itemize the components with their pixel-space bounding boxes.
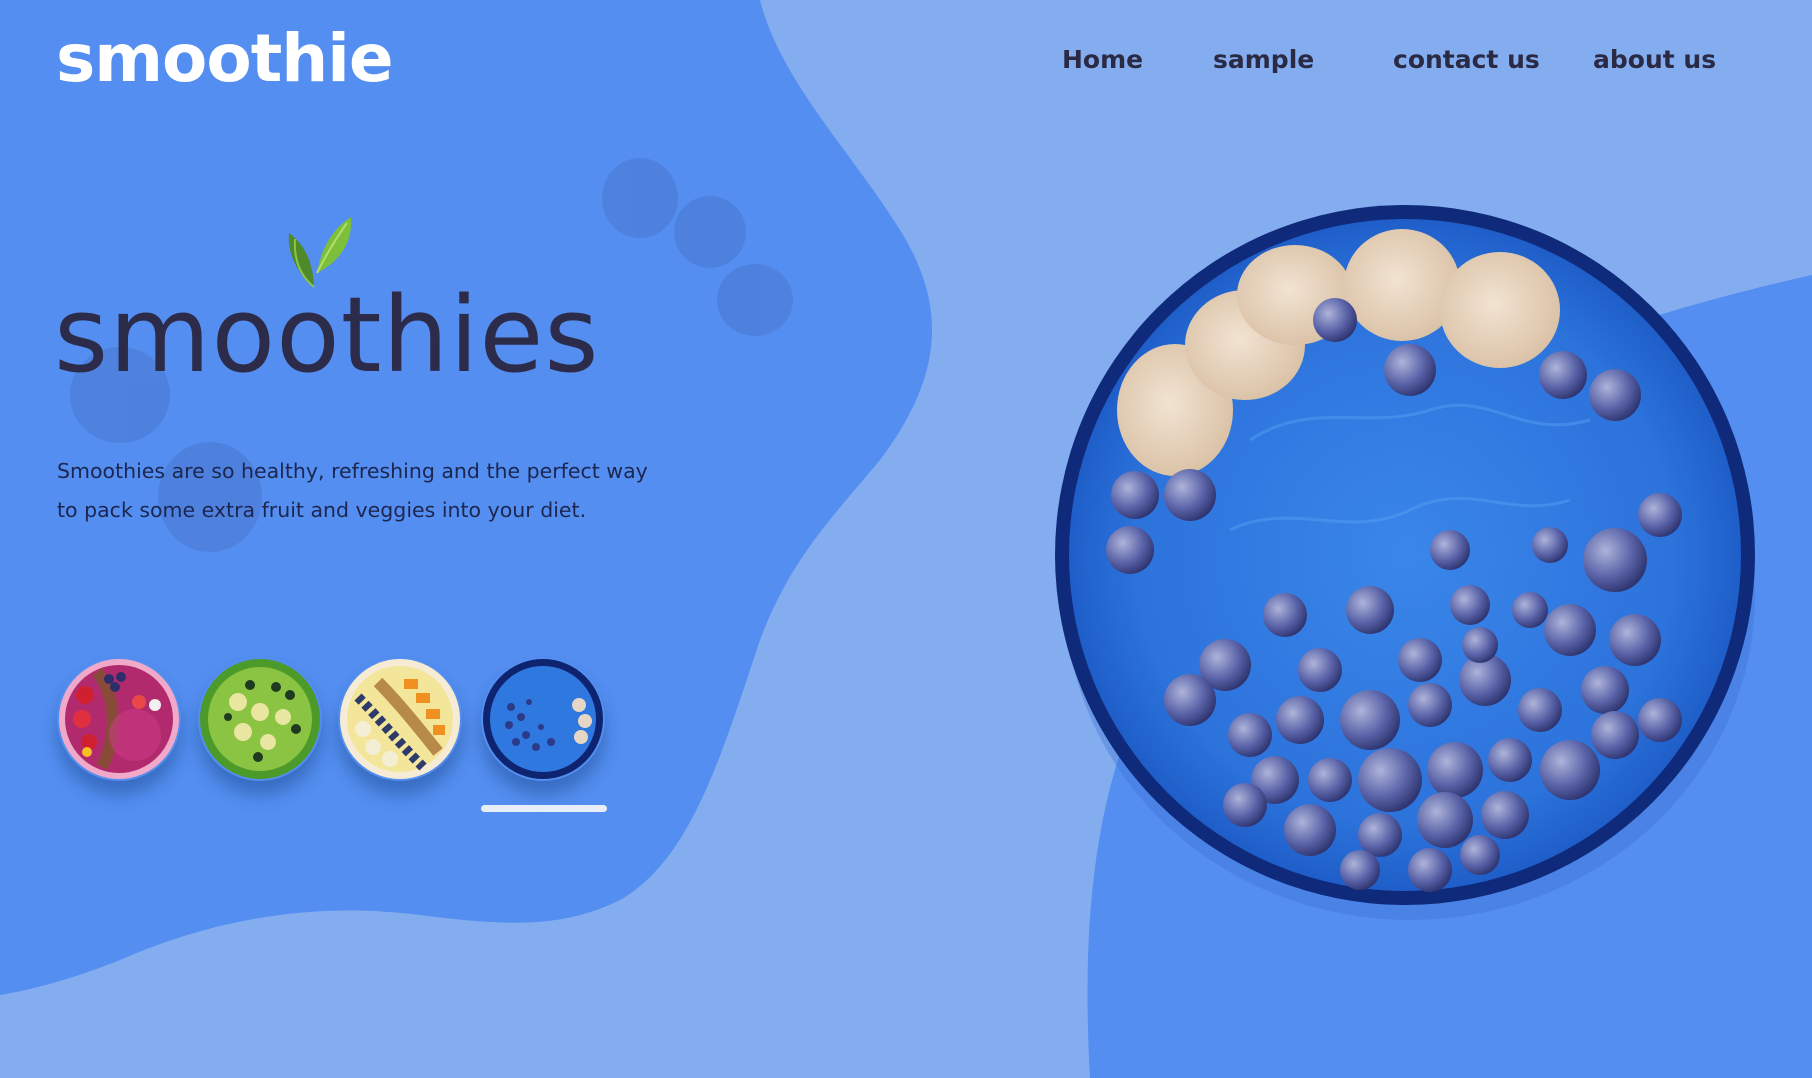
thumbnail-kiwi-bowl[interactable]	[198, 657, 322, 781]
thumbnail-mango-bowl[interactable]	[338, 657, 462, 781]
nav-about-us[interactable]: about us	[1593, 40, 1716, 80]
hero-description: Smoothies are so healthy, refreshing and…	[57, 452, 717, 530]
brand-logo[interactable]: smoothie	[56, 14, 394, 104]
carousel-active-indicator	[481, 805, 607, 812]
nav-home[interactable]: Home	[1062, 40, 1143, 80]
thumbnail-blueberry-bowl[interactable]	[481, 657, 605, 781]
mango-bowl-image	[340, 659, 460, 779]
nav-sample[interactable]: sample	[1213, 40, 1314, 80]
hero-description-line-1: Smoothies are so healthy, refreshing and…	[57, 459, 648, 483]
kiwi-bowl-image	[200, 659, 320, 779]
hero-headline: smoothies	[54, 200, 714, 410]
blueberry-bowl-image	[483, 659, 603, 779]
nav-contact-us[interactable]: contact us	[1393, 40, 1540, 80]
hero-description-line-2: to pack some extra fruit and veggies int…	[57, 498, 587, 522]
leaf-icon	[288, 217, 352, 288]
thumbnail-berry-bowl[interactable]	[57, 657, 181, 781]
berry-bowl-image	[59, 659, 179, 779]
hero-smoothie-bowl-image	[1055, 205, 1755, 920]
